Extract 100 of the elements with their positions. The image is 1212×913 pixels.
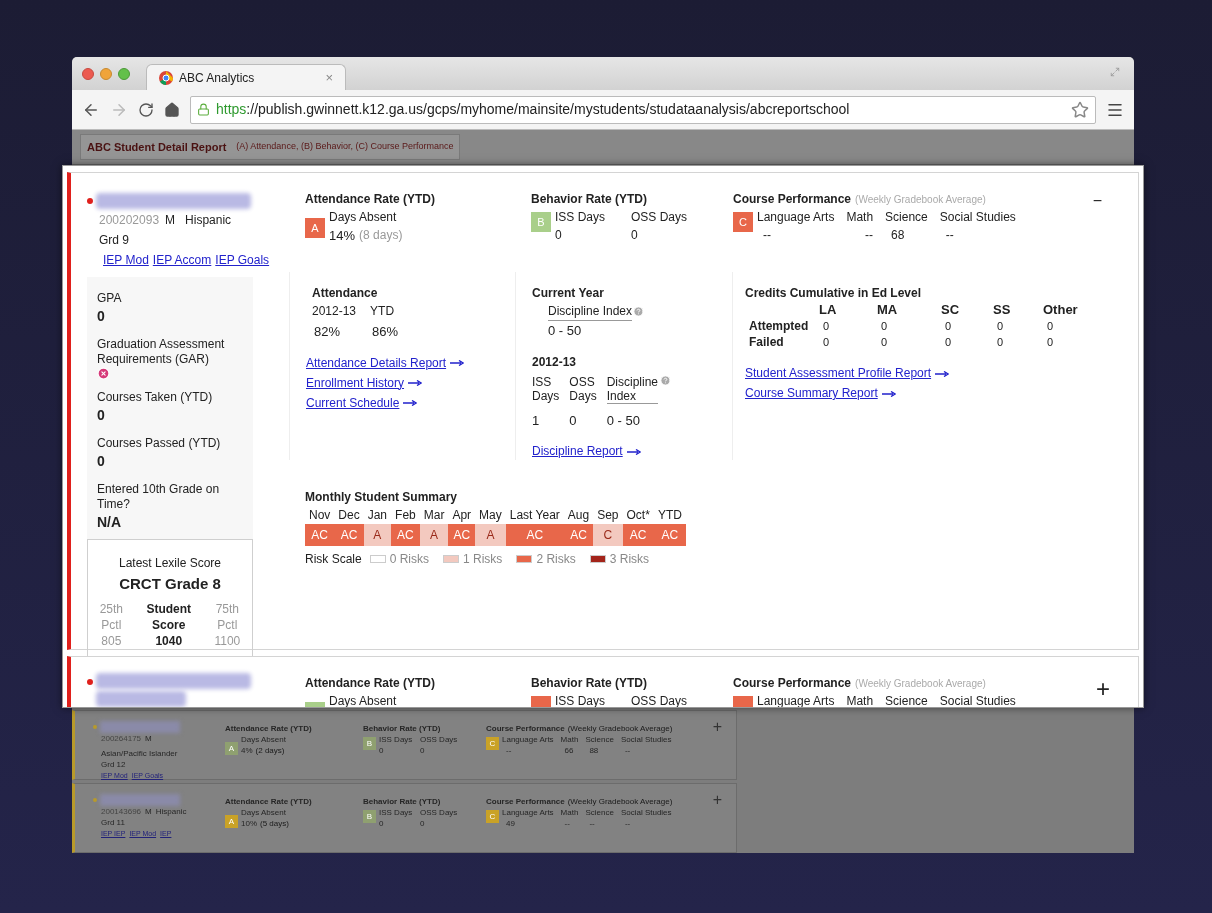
table-cell-text: 0 <box>822 319 831 334</box>
column-head: Language Arts <box>757 209 835 226</box>
iep-link[interactable]: IEP Goals <box>215 251 270 269</box>
lexile-value: 1100 <box>214 632 241 649</box>
lexile-column-head: 25th <box>99 600 124 617</box>
report-link[interactable]: Student Assessment Profile Report <box>745 364 950 382</box>
month-label: Mar <box>422 507 446 524</box>
section-title: Credits Cumulative in Ed Level <box>745 285 923 302</box>
section-title: 2012-13 <box>532 353 578 371</box>
column-head: Math <box>846 209 874 226</box>
column-head: Science <box>885 693 929 707</box>
risk-cell: AC <box>391 524 420 546</box>
row-label: Failed <box>748 334 785 350</box>
stat-value: 0 <box>97 307 106 326</box>
month-label: Oct* <box>625 507 651 524</box>
expand-button[interactable]: + <box>1096 677 1110 701</box>
section-title: Behavior Rate (YTD) <box>531 191 649 208</box>
lexile-value: 805 <box>101 632 122 649</box>
report-link[interactable]: Attendance Details Report <box>306 353 465 372</box>
section-title: Attendance Rate (YTD) <box>225 796 313 807</box>
student-gender: M <box>165 212 176 229</box>
student-gender: M <box>145 806 152 817</box>
column-value: 82% <box>313 323 342 341</box>
reload-icon[interactable] <box>138 101 154 118</box>
url-text: https://publish.gwinnett.k12.ga.us/gcps/myhome/mainsite/mystudents/studataanalysis/abcreportschool <box>216 100 851 119</box>
column-head: ISS Days <box>379 734 414 745</box>
arrow-icon <box>408 380 423 387</box>
column-value: 0 <box>555 227 563 244</box>
column-head: ISS Days <box>379 807 414 818</box>
column-value: 0 <box>569 411 578 430</box>
section-title: Course Performance <box>733 191 852 208</box>
iep-link[interactable]: IEP Mod <box>103 251 149 269</box>
section-title: Course Performance <box>486 723 565 734</box>
column-head: Social Studies <box>620 807 672 818</box>
lexile-value: 1040 <box>155 632 183 649</box>
lexile-column-head: Score <box>152 616 186 633</box>
column-value: 86% <box>371 323 399 341</box>
column-head: Days Absent <box>241 807 287 818</box>
grade-badge: C <box>733 212 753 232</box>
column-value: 68 <box>890 227 906 244</box>
close-window-icon[interactable] <box>82 67 94 80</box>
stat-value: 0 <box>97 406 106 425</box>
maximize-window-icon[interactable] <box>118 67 130 80</box>
browser-tab[interactable]: ABC Analytics × <box>146 64 346 90</box>
arrow-icon <box>403 400 418 407</box>
column-value: -- <box>623 818 632 829</box>
bookmark-star-icon[interactable] <box>1071 100 1089 119</box>
grade-badge: A <box>305 218 325 238</box>
column-head: Discipline Index <box>606 374 658 404</box>
column-head: Days Absent <box>329 693 397 707</box>
collapse-button[interactable]: − <box>1092 193 1102 209</box>
column-head: OSS Days <box>420 807 458 818</box>
column-value: 49 <box>505 818 516 829</box>
risk-cell: AC <box>334 524 364 546</box>
report-link[interactable]: Discipline Report <box>532 442 641 460</box>
home-icon[interactable] <box>164 101 180 118</box>
grade-badge: B <box>531 212 551 232</box>
help-icon[interactable] <box>633 306 645 317</box>
fullscreen-icon[interactable] <box>1110 67 1120 77</box>
student-gender: M <box>145 733 152 744</box>
column-head: YTD <box>370 303 396 320</box>
section-title: Behavior Rate (YTD) <box>363 796 442 807</box>
column-value: 1 <box>532 411 541 430</box>
risk-cell: A <box>419 524 449 546</box>
stat-label: GPA <box>97 291 123 306</box>
column-value: 0 - 50 <box>606 411 641 430</box>
arrow-icon <box>881 390 896 397</box>
report-link[interactable]: Enrollment History <box>306 373 423 392</box>
student-grade: Grd 11 <box>100 817 126 828</box>
column-value: -- <box>563 818 571 829</box>
minimize-window-icon[interactable] <box>100 67 112 80</box>
stat-label: Graduation Assessment Requirements (GAR) <box>97 337 226 367</box>
column-head: Science <box>585 807 614 818</box>
lexile-test: CRCT Grade 8 <box>119 574 221 594</box>
section-title: Behavior Rate (YTD) <box>531 675 649 692</box>
scale-label: Risk Scale <box>305 551 362 568</box>
report-link[interactable]: Current Schedule <box>306 393 418 412</box>
column-head: ISS Days <box>532 374 560 403</box>
grade-badge: C <box>486 737 499 750</box>
column-value: 88 <box>588 745 600 756</box>
risk-cell: AC <box>448 524 476 546</box>
section-note: (Weekly Gradebook Average) <box>567 796 673 807</box>
absence-days: (8 days) <box>359 226 403 246</box>
legend-label: 1 Risks <box>463 551 503 568</box>
report-link[interactable]: Course Summary Report <box>745 384 896 402</box>
iep-link[interactable]: IEP Accom <box>152 251 212 269</box>
address-bar[interactable]: https://publish.gwinnett.k12.ga.us/gcps/myhome/mainsite/mystudents/studataanalysis/abcreportschool <box>190 95 1096 124</box>
section-title: Current Year <box>532 285 605 302</box>
column-head: Discipline Index <box>548 302 633 321</box>
column-head: ISS Days <box>555 693 606 707</box>
column-head: Days Absent <box>241 734 286 745</box>
month-label: Jan <box>366 507 389 524</box>
section-title: Monthly Student Summary <box>305 489 458 506</box>
lexile-column-head: Pctl <box>101 616 122 633</box>
column-head: Other <box>1043 302 1079 318</box>
help-icon[interactable] <box>660 374 671 386</box>
column-head: Math <box>560 734 579 745</box>
column-head: SS <box>993 302 1012 318</box>
column-head: Social Studies <box>939 693 1017 707</box>
column-value: -- <box>864 227 874 244</box>
